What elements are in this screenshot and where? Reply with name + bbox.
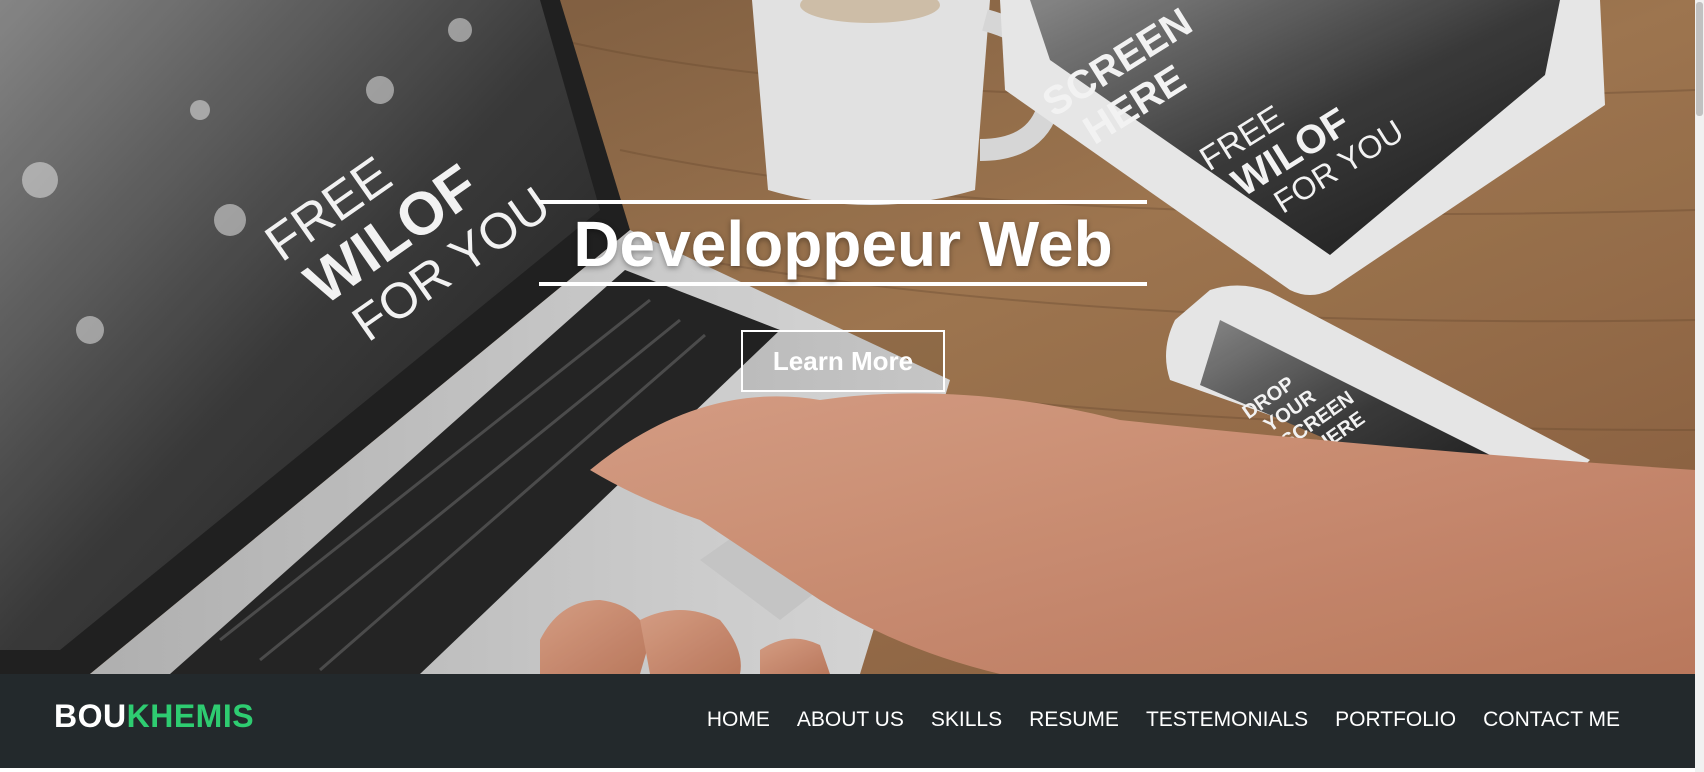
navbar: BOUKHEMIS HOME ABOUT US SKILLS RESUME TE… <box>0 674 1695 768</box>
nav-item-testemonials[interactable]: TESTEMONIALS <box>1146 708 1308 732</box>
scrollbar-thumb[interactable] <box>1696 2 1703 116</box>
brand-part-2: KHEMIS <box>126 698 255 734</box>
nav-item-portfolio[interactable]: PORTFOLIO <box>1335 708 1456 732</box>
nav-item-contact-me[interactable]: CONTACT ME <box>1483 708 1620 732</box>
nav-menu: HOME ABOUT US SKILLS RESUME TESTEMONIALS… <box>707 708 1620 732</box>
hero-headline: Developpeur Web <box>573 208 1113 280</box>
nav-item-about-us[interactable]: ABOUT US <box>797 708 904 732</box>
page-bottom-strip <box>0 768 1695 772</box>
nav-item-home[interactable]: HOME <box>707 708 770 732</box>
hero-section: SCREEN HERE FREE WILOF FOR YOU DROP YOUR… <box>0 0 1695 674</box>
nav-item-resume[interactable]: RESUME <box>1029 708 1119 732</box>
brand-logo[interactable]: BOUKHEMIS <box>54 698 254 735</box>
headline-top-rule <box>539 200 1147 204</box>
vertical-scrollbar[interactable] <box>1695 0 1704 772</box>
brand-part-1: BOU <box>54 698 127 734</box>
headline-bottom-rule <box>539 282 1147 286</box>
nav-item-skills[interactable]: SKILLS <box>931 708 1002 732</box>
headline-block: Developpeur Web <box>539 200 1147 286</box>
page: SCREEN HERE FREE WILOF FOR YOU DROP YOUR… <box>0 0 1704 772</box>
learn-more-button[interactable]: Learn More <box>741 330 945 392</box>
